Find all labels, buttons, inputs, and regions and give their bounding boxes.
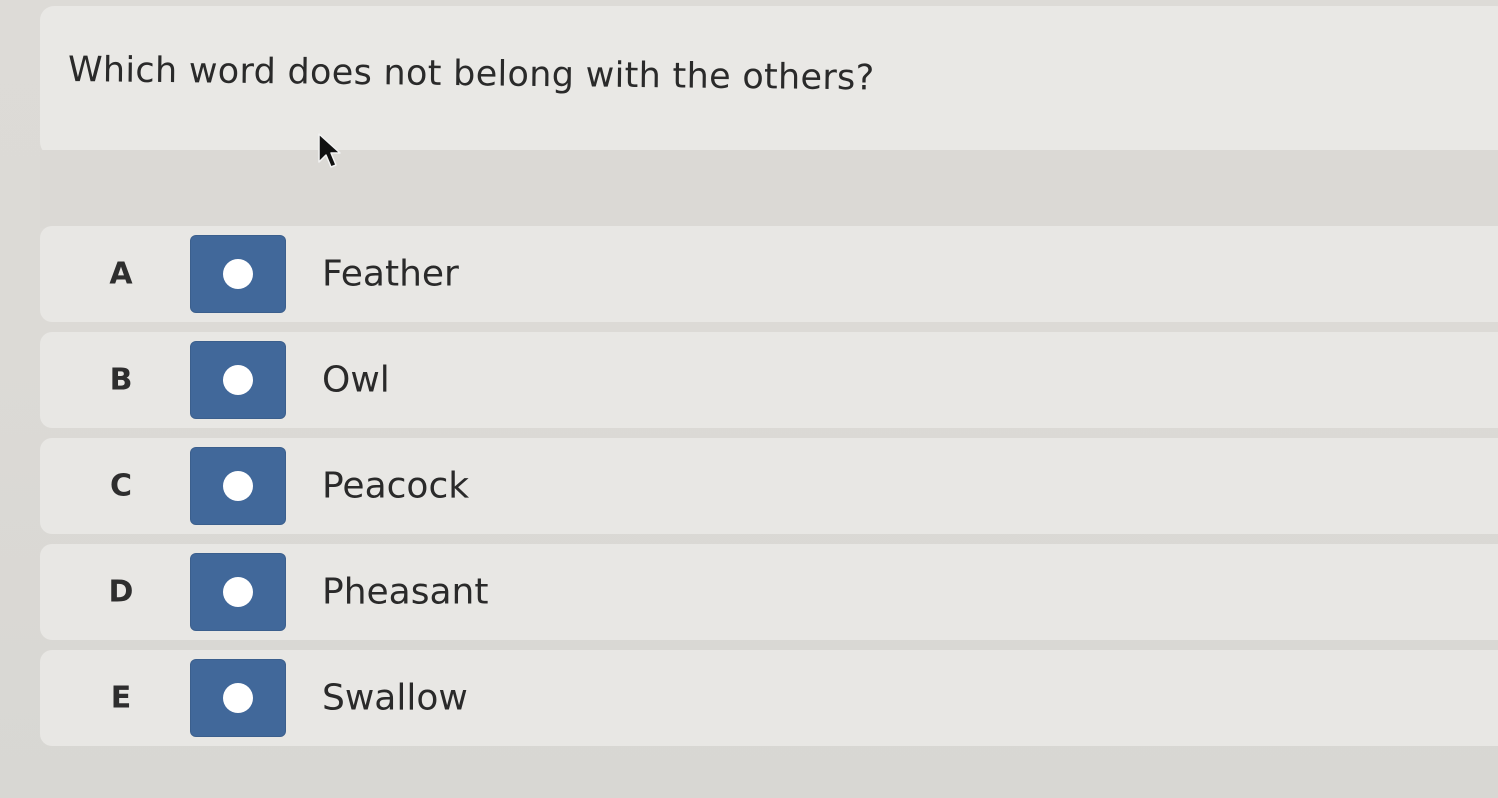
option-letter: A <box>109 256 133 292</box>
option-label: Pheasant <box>322 571 489 613</box>
option-letter: D <box>108 574 134 610</box>
mouse-pointer-icon <box>318 133 341 168</box>
option-letter: C <box>109 468 133 504</box>
radio-dot <box>223 365 253 395</box>
radio-button-icon[interactable] <box>190 659 286 737</box>
option-label: Owl <box>322 359 390 401</box>
option-b[interactable]: B Owl <box>40 332 1498 428</box>
option-letter: E <box>110 680 132 716</box>
question-card: Which word does not belong with the othe… <box>40 6 1498 156</box>
question-text: Which word does not belong with the othe… <box>67 50 875 99</box>
option-c[interactable]: C Peacock <box>40 438 1498 534</box>
radio-button-icon[interactable] <box>190 341 286 419</box>
radio-button-icon[interactable] <box>190 235 286 313</box>
separator-band <box>40 150 1498 228</box>
option-letter: B <box>109 362 133 398</box>
option-a[interactable]: A Feather <box>40 226 1498 322</box>
option-e[interactable]: E Swallow <box>40 650 1498 746</box>
radio-button-icon[interactable] <box>190 553 286 631</box>
option-label: Feather <box>322 253 459 295</box>
radio-dot <box>223 577 253 607</box>
answer-options: A Feather B Owl C Peacock D Pheasant E S… <box>40 226 1498 756</box>
radio-dot <box>223 683 253 713</box>
quiz-screen: Which word does not belong with the othe… <box>0 0 1498 798</box>
radio-dot <box>223 471 253 501</box>
option-d[interactable]: D Pheasant <box>40 544 1498 640</box>
radio-button-icon[interactable] <box>190 447 286 525</box>
option-label: Swallow <box>322 677 468 719</box>
option-label: Peacock <box>322 465 470 507</box>
radio-dot <box>223 259 253 289</box>
